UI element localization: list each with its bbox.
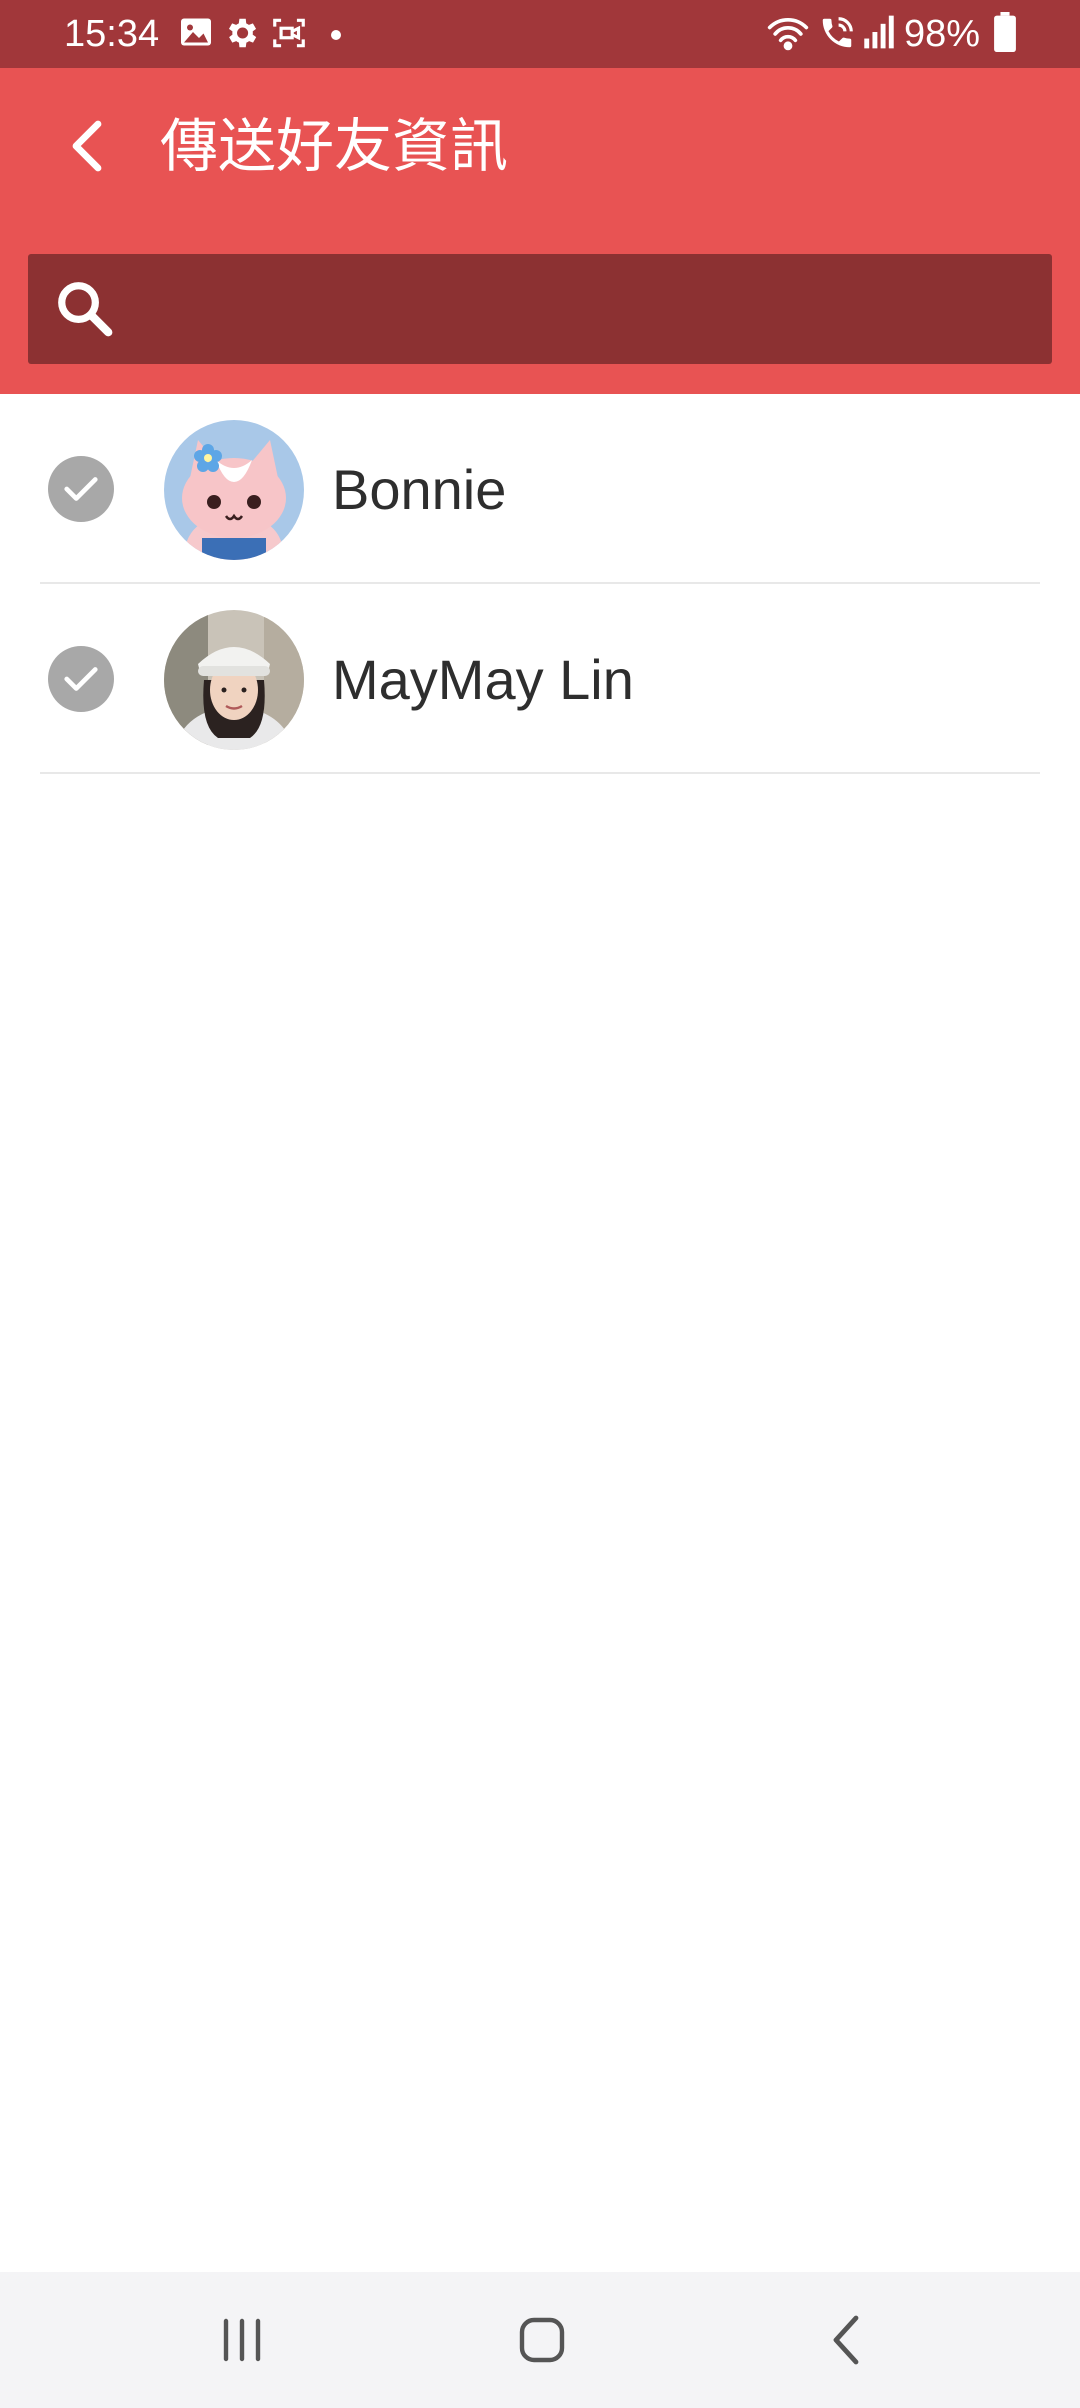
battery-percent: 98%: [904, 13, 981, 55]
dot-icon: [330, 26, 342, 45]
recents-button[interactable]: [192, 2300, 292, 2380]
status-bar: 15:34 98%: [0, 0, 1080, 68]
avatar: [164, 610, 304, 750]
check-icon: [64, 667, 98, 691]
app-bar: 傳送好友資訊: [0, 68, 1080, 394]
friend-name: MayMay Lin: [332, 648, 634, 711]
screen-record-icon: [270, 14, 308, 56]
chevron-left-icon: [72, 120, 102, 172]
home-icon: [519, 2317, 565, 2363]
back-button[interactable]: [48, 106, 128, 186]
screen: 15:34 98% 傳送好友資訊 Bonnie MayMay Lin: [0, 0, 1080, 2408]
list-item[interactable]: Bonnie: [0, 394, 1080, 584]
wifi-call-icon: [818, 14, 856, 56]
list-item[interactable]: MayMay Lin: [0, 584, 1080, 774]
search-icon: [58, 282, 113, 337]
page-title: 傳送好友資訊: [160, 112, 509, 180]
image-icon: [178, 14, 214, 54]
selected-checkbox[interactable]: [48, 646, 114, 712]
gear-icon: [222, 14, 260, 56]
recents-icon: [223, 2318, 261, 2362]
status-time: 15:34: [64, 13, 160, 55]
wifi-icon: [766, 14, 810, 56]
selected-checkbox[interactable]: [48, 456, 114, 522]
back-icon: [833, 2315, 859, 2365]
friend-list: Bonnie MayMay Lin: [0, 394, 1080, 774]
back-nav-button[interactable]: [796, 2300, 896, 2380]
search-box[interactable]: [28, 254, 1052, 366]
navigation-bar: [0, 2272, 1080, 2408]
check-icon: [64, 477, 98, 501]
signal-icon: [862, 14, 896, 54]
search-input[interactable]: [138, 254, 1032, 366]
avatar: [164, 420, 304, 560]
battery-icon: [994, 12, 1016, 56]
home-button[interactable]: [492, 2300, 592, 2380]
divider: [40, 772, 1040, 774]
friend-name: Bonnie: [332, 458, 507, 521]
